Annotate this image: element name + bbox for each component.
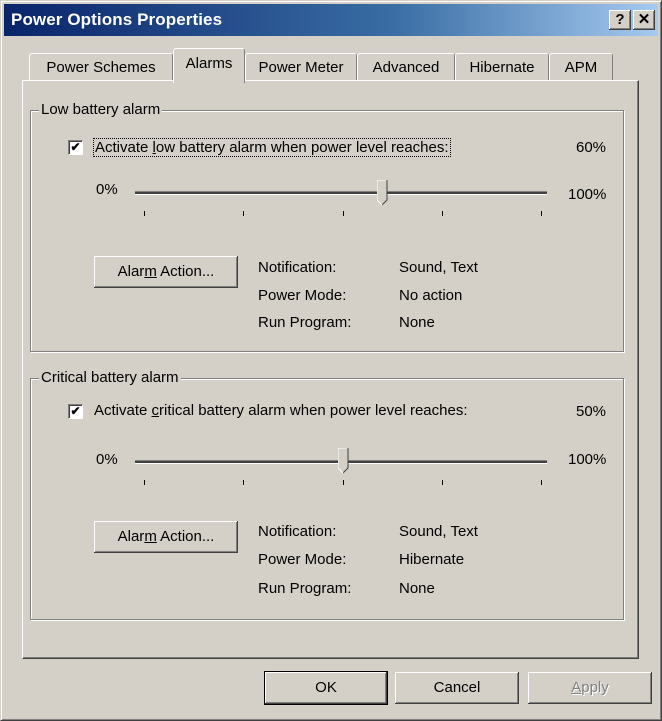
slider-max-label: 100% [568,186,607,203]
tab-alarms[interactable]: Alarms [173,48,245,83]
slider-tick [343,211,344,216]
run-program-label: Run Program: [258,580,352,597]
button-text: Alar [117,263,145,280]
power-mode-label: Power Mode: [258,551,347,568]
critical-battery-level-value: 50% [576,403,607,420]
low-battery-checkbox[interactable]: ✔ [68,140,83,155]
button-text: Action... [156,263,215,280]
button-mnemonic: m [144,528,157,545]
ok-button[interactable]: OK [264,671,388,705]
slider-min-label: 0% [96,451,118,468]
slider-min-label: 0% [96,181,118,198]
slider-tick [243,211,244,216]
button-text: Alar [117,528,145,545]
close-button[interactable]: ✕ [633,10,655,30]
label-part: ow battery alarm when power level reache… [155,139,449,156]
power-mode-label: Power Mode: [258,287,347,304]
label-part: Activate [94,402,152,419]
button-mnemonic: m [144,263,157,280]
run-program-value: None [399,580,435,597]
tab-power-meter[interactable]: Power Meter [245,53,357,82]
apply-button[interactable]: Apply [528,672,652,704]
low-battery-level-value: 60% [576,139,607,156]
power-mode-value: No action [399,287,463,304]
button-mnemonic: A [571,679,582,696]
label-part: ritical battery alarm when power level r… [159,402,468,419]
slider-tick [243,480,244,485]
button-text: pply [581,679,609,696]
low-battery-slider-track[interactable] [135,191,547,195]
cancel-button[interactable]: Cancel [395,672,519,704]
slider-tick [144,211,145,216]
group-title: Low battery alarm [39,101,163,118]
critical-alarm-action-button[interactable]: Alarm Action... [94,521,238,553]
notification-label: Notification: [258,259,337,276]
tab-hibernate[interactable]: Hibernate [455,53,549,82]
button-text: Action... [156,528,215,545]
check-icon: ✔ [70,404,81,418]
critical-battery-checkbox[interactable]: ✔ [68,404,83,419]
notification-value: Sound, Text [399,523,478,540]
check-icon: ✔ [70,140,81,154]
slider-tick [144,480,145,485]
slider-tick [541,480,542,485]
notification-label: Notification: [258,523,337,540]
low-battery-slider-thumb[interactable] [377,180,388,206]
critical-battery-slider-thumb[interactable] [337,448,349,474]
slider-tick [541,211,542,216]
slider-tick [343,480,344,485]
label-mnemonic: c [151,402,160,419]
run-program-value: None [399,314,435,331]
low-battery-checkbox-label[interactable]: Activate low battery alarm when power le… [93,138,451,157]
notification-value: Sound, Text [399,259,478,276]
low-alarm-action-button[interactable]: Alarm Action... [94,256,238,288]
critical-battery-checkbox-label[interactable]: Activate critical battery alarm when pow… [94,402,468,419]
title-bar[interactable]: Power Options Properties ? ✕ [4,4,658,36]
tab-power-schemes[interactable]: Power Schemes [29,53,173,82]
tab-advanced[interactable]: Advanced [357,53,455,82]
tab-apm[interactable]: APM [549,53,613,82]
power-mode-value: Hibernate [399,551,465,568]
run-program-label: Run Program: [258,314,352,331]
group-title: Critical battery alarm [39,369,181,386]
slider-max-label: 100% [568,451,607,468]
help-button[interactable]: ? [609,10,631,30]
label-part: Activate [95,139,153,156]
slider-tick [442,480,443,485]
slider-tick [442,211,443,216]
window-title: Power Options Properties [11,10,223,29]
